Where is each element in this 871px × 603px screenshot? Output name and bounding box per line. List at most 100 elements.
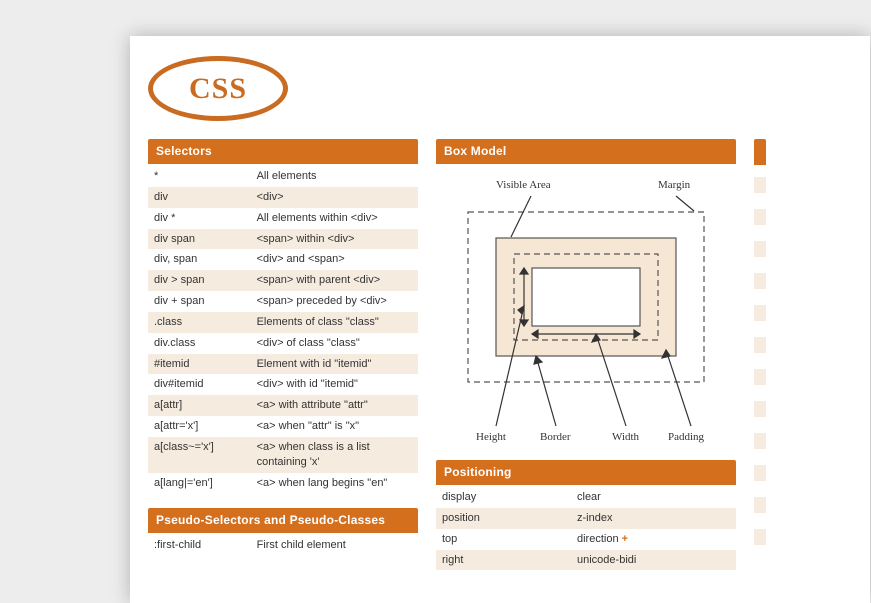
- table-row: [754, 337, 766, 353]
- cell-value: <a> when lang begins "en": [251, 473, 418, 494]
- table-row: div *All elements within <div>: [148, 208, 418, 229]
- label-margin: Margin: [658, 179, 691, 191]
- section-header: Box Model: [436, 139, 736, 164]
- page: CSS Selectors *All elementsdiv<div>div *…: [130, 36, 870, 603]
- cell-value: <a> with attribute "attr": [251, 395, 418, 416]
- table-row: a[attr='x']<a> when "attr" is "x": [148, 416, 418, 437]
- cell-key: div > span: [148, 270, 251, 291]
- cell-key: .class: [148, 312, 251, 333]
- table-row: [754, 465, 766, 481]
- table-row: positionz-index: [436, 508, 736, 529]
- plus-icon: +: [619, 533, 628, 545]
- viewport: CSS Selectors *All elementsdiv<div>div *…: [0, 0, 871, 603]
- table-row: [754, 401, 766, 417]
- cell-value: <div> of class "class": [251, 333, 418, 354]
- table-row: [754, 497, 766, 513]
- cell-value: <span> with parent <div>: [251, 270, 418, 291]
- table-row: a[attr]<a> with attribute "attr": [148, 395, 418, 416]
- table-row: [754, 209, 766, 225]
- cell-value: First child element: [251, 535, 418, 556]
- cell-key: div.class: [148, 333, 251, 354]
- table-row: [754, 273, 766, 289]
- cell-key: div span: [148, 229, 251, 250]
- section-header: [754, 139, 766, 165]
- cell-value: <div>: [251, 187, 418, 208]
- cell-value: z-index: [571, 508, 736, 529]
- label-visible: Visible Area: [496, 179, 551, 191]
- cell-value: Elements of class "class": [251, 312, 418, 333]
- table-row: [754, 529, 766, 545]
- cell-value: <a> when class is a list containing 'x': [251, 437, 418, 473]
- label-width: Width: [612, 431, 640, 443]
- cell-key: position: [436, 508, 571, 529]
- table-row: #itemidElement with id "itemid": [148, 354, 418, 375]
- table-row: [754, 305, 766, 321]
- cell-value: direction +: [571, 529, 736, 550]
- cell-value: All elements: [251, 166, 418, 187]
- box-model-diagram: Visible Area Margin Height Border Width …: [436, 166, 736, 446]
- cell-value: unicode-bidi: [571, 550, 736, 571]
- table-row: [754, 177, 766, 193]
- cell-value: <span> within <div>: [251, 229, 418, 250]
- cell-value: <div> with id "itemid": [251, 374, 418, 395]
- label-padding: Padding: [668, 431, 705, 443]
- table-row: div, span<div> and <span>: [148, 249, 418, 270]
- table-row: .classElements of class "class": [148, 312, 418, 333]
- logo-text: CSS: [148, 56, 288, 121]
- cell-key: display: [436, 487, 571, 508]
- selectors-table: *All elementsdiv<div>div *All elements w…: [148, 166, 418, 494]
- cell-value: <a> when "attr" is "x": [251, 416, 418, 437]
- cell-key: div, span: [148, 249, 251, 270]
- table-row: [754, 433, 766, 449]
- table-row: [754, 241, 766, 257]
- cell-key: a[class~='x']: [148, 437, 251, 473]
- table-row: div.class<div> of class "class": [148, 333, 418, 354]
- table-row: displayclear: [436, 487, 736, 508]
- table-row: [754, 369, 766, 385]
- cell-key: right: [436, 550, 571, 571]
- column-left: Selectors *All elementsdiv<div>div *All …: [148, 139, 418, 569]
- cell-value: clear: [571, 487, 736, 508]
- table-row: rightunicode-bidi: [436, 550, 736, 571]
- table-row: div > span<span> with parent <div>: [148, 270, 418, 291]
- cell-value: <div> and <span>: [251, 249, 418, 270]
- cell-key: top: [436, 529, 571, 550]
- table-row: a[lang|='en']<a> when lang begins "en": [148, 473, 418, 494]
- table-row: div span<span> within <div>: [148, 229, 418, 250]
- table-row: topdirection +: [436, 529, 736, 550]
- section-header: Selectors: [148, 139, 418, 164]
- logo: CSS: [148, 56, 852, 121]
- cell-key: a[attr='x']: [148, 416, 251, 437]
- table-row: a[class~='x']<a> when class is a list co…: [148, 437, 418, 473]
- cell-value: All elements within <div>: [251, 208, 418, 229]
- label-border: Border: [540, 431, 571, 443]
- positioning-table: displayclearpositionz-indextopdirection …: [436, 487, 736, 570]
- table-row: :first-childFirst child element: [148, 535, 418, 556]
- section-header: Pseudo-Selectors and Pseudo-Classes: [148, 508, 418, 533]
- cell-key: #itemid: [148, 354, 251, 375]
- section-header: Positioning: [436, 460, 736, 485]
- table-row: *All elements: [148, 166, 418, 187]
- cell-key: div#itemid: [148, 374, 251, 395]
- table-row: div#itemid<div> with id "itemid": [148, 374, 418, 395]
- cell-key: *: [148, 166, 251, 187]
- cell-key: div: [148, 187, 251, 208]
- label-height: Height: [476, 431, 506, 443]
- section-pseudo: Pseudo-Selectors and Pseudo-Classes :fir…: [148, 508, 418, 556]
- table-row: div + span<span> preceded by <div>: [148, 291, 418, 312]
- column-right-clipped: [754, 139, 766, 559]
- cell-key: div + span: [148, 291, 251, 312]
- cell-value: Element with id "itemid": [251, 354, 418, 375]
- cell-key: div *: [148, 208, 251, 229]
- columns: Selectors *All elementsdiv<div>div *All …: [148, 139, 852, 584]
- section-positioning: Positioning displayclearpositionz-indext…: [436, 460, 736, 570]
- cell-key: a[lang|='en']: [148, 473, 251, 494]
- section-selectors: Selectors *All elementsdiv<div>div *All …: [148, 139, 418, 494]
- section-boxmodel: Box Model: [436, 139, 736, 446]
- column-middle: Box Model: [436, 139, 736, 584]
- cell-key: a[attr]: [148, 395, 251, 416]
- cell-value: <span> preceded by <div>: [251, 291, 418, 312]
- pseudo-table: :first-childFirst child element: [148, 535, 418, 556]
- table-row: div<div>: [148, 187, 418, 208]
- cell-key: :first-child: [148, 535, 251, 556]
